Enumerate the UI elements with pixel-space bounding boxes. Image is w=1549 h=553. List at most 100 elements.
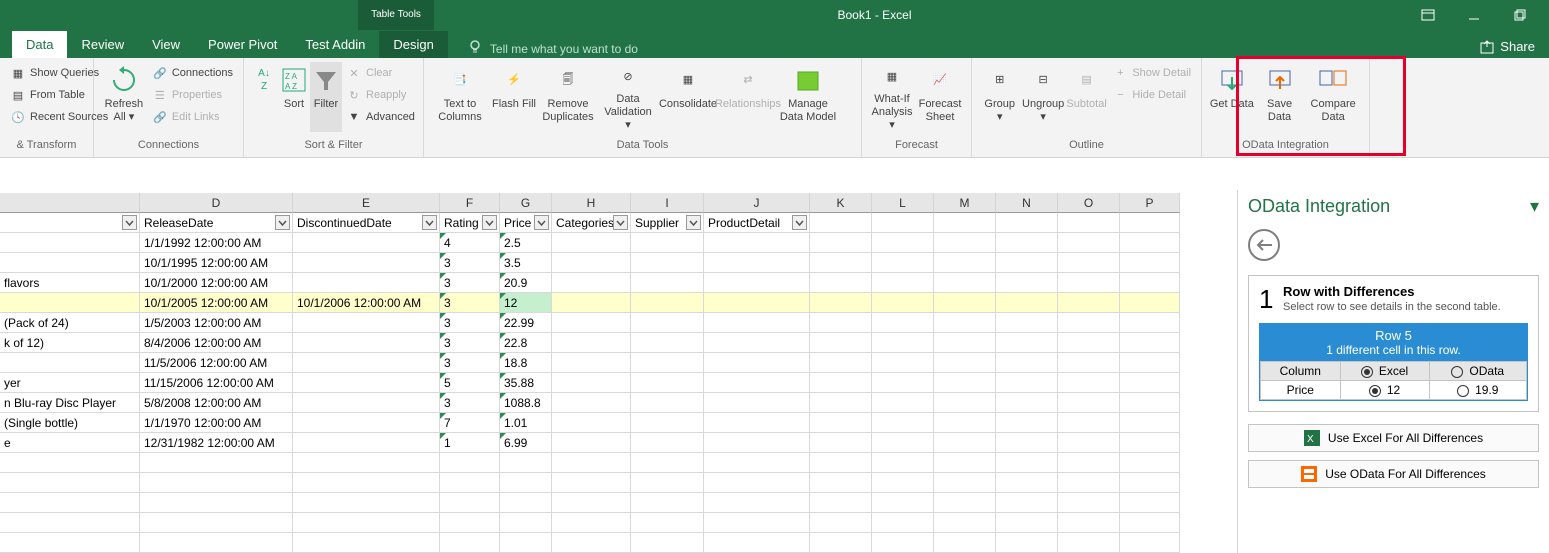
cell[interactable] (631, 313, 704, 333)
tab-design[interactable]: Design (379, 31, 447, 58)
cell[interactable] (1120, 433, 1180, 453)
cell[interactable] (810, 333, 872, 353)
col-header-D[interactable]: D (140, 193, 293, 213)
cell[interactable] (0, 353, 140, 373)
cell[interactable] (704, 373, 810, 393)
cell[interactable] (631, 273, 704, 293)
cell-disc[interactable] (293, 393, 440, 413)
cell-release[interactable]: 1/5/2003 12:00:00 AM (140, 313, 293, 333)
cell[interactable] (552, 473, 631, 493)
cell-disc[interactable] (293, 273, 440, 293)
cell-disc[interactable] (293, 353, 440, 373)
cell[interactable] (140, 473, 293, 493)
cell[interactable] (440, 493, 500, 513)
cell[interactable] (1058, 253, 1120, 273)
cell[interactable] (996, 213, 1058, 233)
col-header-K[interactable]: K (810, 193, 872, 213)
clear-filter-button[interactable]: ✕Clear (342, 62, 419, 84)
cell-release[interactable]: 11/15/2006 12:00:00 AM (140, 373, 293, 393)
cell[interactable] (810, 233, 872, 253)
cell[interactable] (872, 213, 934, 233)
cell[interactable] (552, 453, 631, 473)
cell[interactable] (996, 413, 1058, 433)
cell[interactable] (631, 513, 704, 533)
cell[interactable] (704, 293, 810, 313)
cell[interactable] (293, 493, 440, 513)
cell[interactable] (810, 253, 872, 273)
cell[interactable] (0, 533, 140, 553)
cell[interactable] (872, 533, 934, 553)
col-header-G[interactable]: G (500, 193, 552, 213)
cell-rating[interactable]: 3 (440, 313, 500, 333)
manage-data-model-button[interactable]: Manage Data Model (778, 62, 838, 132)
cell[interactable] (704, 333, 810, 353)
cell-price[interactable]: 22.8 (500, 333, 552, 353)
cell-disc[interactable] (293, 413, 440, 433)
cell-rating[interactable]: 1 (440, 433, 500, 453)
cell[interactable] (440, 473, 500, 493)
cell-release[interactable]: 1/1/1992 12:00:00 AM (140, 233, 293, 253)
cell-disc[interactable] (293, 433, 440, 453)
forecast-sheet-button[interactable]: 📈Forecast Sheet (916, 62, 964, 132)
consolidate-button[interactable]: ▦Consolidate (658, 62, 718, 132)
cell[interactable] (631, 493, 704, 513)
cell[interactable] (872, 413, 934, 433)
taskpane-dropdown-icon[interactable]: ▾ (1530, 196, 1539, 217)
cell[interactable] (872, 353, 934, 373)
flash-fill-button[interactable]: ⚡Flash Fill (490, 62, 538, 132)
cell[interactable] (996, 333, 1058, 353)
cell[interactable] (1120, 473, 1180, 493)
cell[interactable] (500, 513, 552, 533)
cell[interactable] (934, 333, 996, 353)
cell[interactable] (704, 393, 810, 413)
cell[interactable] (1120, 353, 1180, 373)
filter-dropdown-icon[interactable] (534, 215, 549, 230)
cell-rating[interactable]: 3 (440, 273, 500, 293)
cell[interactable] (934, 273, 996, 293)
cell[interactable] (996, 393, 1058, 413)
refresh-all-button[interactable]: Refresh All ▾ (100, 62, 148, 132)
cell[interactable] (704, 533, 810, 553)
cell[interactable] (1058, 353, 1120, 373)
cell-price[interactable]: 18.8 (500, 353, 552, 373)
cell[interactable] (631, 353, 704, 373)
cell[interactable] (0, 233, 140, 253)
cell[interactable] (1120, 333, 1180, 353)
cell[interactable] (1120, 213, 1180, 233)
cell[interactable] (1120, 513, 1180, 533)
cell[interactable] (0, 453, 140, 473)
cell[interactable] (1058, 233, 1120, 253)
cell[interactable] (1058, 273, 1120, 293)
cell[interactable] (552, 293, 631, 313)
cell[interactable] (872, 453, 934, 473)
cell[interactable] (0, 253, 140, 273)
cell[interactable] (872, 393, 934, 413)
cell-disc[interactable] (293, 373, 440, 393)
cell[interactable] (934, 293, 996, 313)
cell[interactable] (934, 493, 996, 513)
cell[interactable] (872, 313, 934, 333)
cell[interactable] (872, 513, 934, 533)
cell-disc[interactable]: 10/1/2006 12:00:00 AM (293, 293, 440, 313)
cell-disc[interactable] (293, 233, 440, 253)
radio-odata-header[interactable] (1451, 366, 1463, 378)
cell[interactable] (934, 393, 996, 413)
group-button[interactable]: ⊞Group ▾ (978, 62, 1021, 132)
tab-test-addin[interactable]: Test Addin (291, 31, 379, 58)
ribbon-display-options-icon[interactable] (1405, 0, 1451, 30)
cell[interactable] (934, 353, 996, 373)
radio-excel-value[interactable] (1369, 385, 1381, 397)
cell[interactable] (934, 373, 996, 393)
cell-release[interactable]: 10/1/2005 12:00:00 AM (140, 293, 293, 313)
filter-dropdown-icon[interactable] (792, 215, 807, 230)
sort-az-button[interactable]: A↓Z (250, 62, 278, 132)
odata-compare-data-button[interactable]: Compare Data (1303, 62, 1363, 132)
cell[interactable] (872, 293, 934, 313)
cell-release[interactable]: 5/8/2008 12:00:00 AM (140, 393, 293, 413)
cell[interactable] (704, 493, 810, 513)
cell[interactable]: k of 12) (0, 333, 140, 353)
cell-price[interactable]: 6.99 (500, 433, 552, 453)
cell-disc[interactable] (293, 253, 440, 273)
cell[interactable] (810, 533, 872, 553)
cell[interactable] (872, 333, 934, 353)
